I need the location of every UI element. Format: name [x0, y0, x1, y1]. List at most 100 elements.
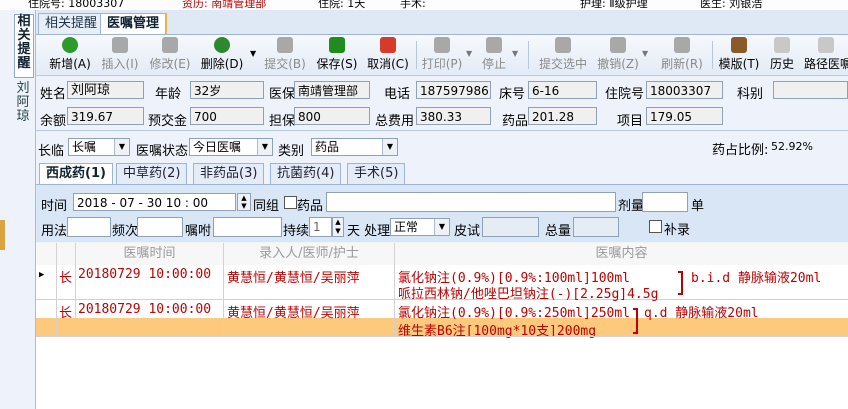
- instruction-input[interactable]: [213, 217, 282, 237]
- submit-selected-icon: [555, 37, 571, 53]
- toolbar-separator: [416, 41, 417, 69]
- patient-bed-field[interactable]: 6-16: [528, 81, 597, 99]
- category-select[interactable]: 药品 ▼: [311, 138, 398, 156]
- time-spinner[interactable]: ▲ ▼: [237, 193, 251, 211]
- pathway-order-button[interactable]: 路径医嘱: [804, 37, 848, 73]
- table-row[interactable]: ▶ 长 20180729 10:00:00 黄慧恒/黄慧恒/吴丽萍 氯化钠注(0…: [36, 265, 848, 302]
- print-icon: [434, 37, 450, 53]
- title-nursing: 护理: Ⅱ级护理: [580, 0, 648, 10]
- top-tab-bar: 相关提醒 医嘱管理: [36, 10, 848, 35]
- total-quantity-field[interactable]: [573, 217, 619, 237]
- toolbar-separator: [712, 41, 713, 69]
- patient-balance-field[interactable]: 319.67: [67, 107, 144, 125]
- delete-icon: [214, 37, 230, 53]
- tab-chinese-herbal[interactable]: 中草药(2): [116, 163, 188, 184]
- revoke-icon: [610, 37, 626, 53]
- title-doctor: 医生: 刘银浩: [700, 0, 763, 10]
- insert-icon: [112, 37, 128, 53]
- patient-admission-field[interactable]: 18003307: [646, 81, 723, 99]
- patient-guarantee-field[interactable]: 800: [294, 107, 370, 125]
- stop-dropdown-icon[interactable]: ▼: [512, 49, 518, 58]
- print-dropdown-icon[interactable]: ▼: [466, 49, 472, 58]
- grid-line: [394, 265, 395, 336]
- stop-icon: [486, 37, 502, 53]
- supplement-checkbox[interactable]: [649, 220, 662, 233]
- save-button[interactable]: 保存(S): [314, 37, 360, 73]
- delete-button[interactable]: 删除(D): [198, 37, 246, 73]
- cancel-button[interactable]: 取消(C): [366, 37, 410, 73]
- process-select[interactable]: 正常 ▼: [390, 218, 450, 236]
- dose-input[interactable]: [642, 192, 688, 212]
- patient-drug-fee-field[interactable]: 201.28: [528, 107, 597, 125]
- tab-western-medicine[interactable]: 西成药(1): [39, 163, 113, 184]
- duration-spinner[interactable]: ▲ ▼: [332, 217, 344, 237]
- edit-button[interactable]: 修改(E): [147, 37, 193, 73]
- left-tab-reminder[interactable]: 相关提醒: [14, 14, 34, 78]
- revoke-button[interactable]: 撤销(Z): [596, 37, 640, 73]
- history-button[interactable]: 历史: [766, 37, 798, 73]
- drug-type-tabs: 西成药(1) 中草药(2) 非药品(3) 抗菌药(4) 手术(5): [36, 160, 848, 185]
- drug-ratio-value: 52.92%: [771, 140, 813, 153]
- undo-icon: [380, 37, 396, 53]
- tab-antibacterial[interactable]: 抗菌药(4): [270, 163, 342, 184]
- order-status-select[interactable]: 今日医嘱 ▼: [189, 138, 273, 156]
- tab-surgery[interactable]: 手术(5): [347, 163, 406, 184]
- save-icon: [329, 37, 345, 53]
- drug-checkbox[interactable]: [284, 196, 297, 209]
- patient-dept-field[interactable]: [773, 81, 848, 99]
- print-button[interactable]: 打印(P): [420, 37, 464, 73]
- order-time-field[interactable]: 2018 - 07 - 30 10 : 00: [73, 193, 236, 211]
- submit-icon: [277, 37, 293, 53]
- insert-button[interactable]: 插入(I): [98, 37, 142, 73]
- long-temp-select[interactable]: 长嘱 ▼: [68, 138, 130, 156]
- patient-total-fee-field[interactable]: 380.33: [416, 107, 491, 125]
- title-dept: 资历: 南靖管理部: [182, 0, 267, 10]
- toolbar: 新增(A) 插入(I) 修改(E) 删除(D) ▼ 提交(B) 保存(S) 取消…: [36, 35, 848, 76]
- patient-insurance-field[interactable]: 南靖管理部: [294, 81, 370, 99]
- drug-search-input[interactable]: [326, 192, 616, 212]
- frequency-input[interactable]: [137, 217, 183, 237]
- table-row[interactable]: 长 20180729 10:00:00 黄慧恒/黄慧恒/吴丽萍 氯化钠注(0.9…: [36, 300, 848, 339]
- usage-input[interactable]: [67, 217, 111, 237]
- row-pointer-icon: ▶: [39, 270, 45, 280]
- grid-header-staff[interactable]: 录入人/医师/护士: [224, 243, 395, 266]
- title-admission: 住院号: 18003307: [28, 0, 125, 10]
- add-button[interactable]: 新增(A): [46, 37, 94, 73]
- edit-icon: [162, 37, 178, 53]
- group-bracket: [633, 308, 638, 334]
- patient-name-field[interactable]: 刘阿琼: [67, 81, 144, 99]
- history-icon: [774, 37, 790, 53]
- group-bracket: [678, 271, 683, 295]
- tab-reminder[interactable]: 相关提醒: [38, 13, 105, 34]
- order-entry-panel: 时间 2018 - 07 - 30 10 : 00 ▲ ▼ 同组 药品 剂量 单 …: [36, 185, 848, 242]
- grid-line: [36, 336, 848, 337]
- left-edge-marker: [0, 220, 5, 250]
- delete-dropdown-icon[interactable]: ▼: [250, 49, 256, 58]
- stop-button[interactable]: 停止: [478, 37, 510, 73]
- grid-header-time[interactable]: 医嘱时间: [76, 243, 224, 266]
- grid-header-content[interactable]: 医嘱内容: [395, 243, 848, 266]
- grid-header-type: [57, 243, 76, 266]
- order-grid: 医嘱时间 录入人/医师/护士 医嘱内容 ▶ 长 20180729 10:00:0…: [36, 243, 848, 409]
- template-button[interactable]: 模版(T): [716, 37, 762, 73]
- refresh-button[interactable]: 刷新(R): [658, 37, 706, 73]
- left-tab-patient[interactable]: 刘阿琼: [14, 82, 32, 124]
- chevron-down-icon: ▼: [434, 219, 449, 235]
- chevron-down-icon: ▼: [382, 139, 397, 155]
- skin-test-field[interactable]: [482, 217, 539, 237]
- tab-order-management[interactable]: 医嘱管理: [100, 13, 168, 34]
- revoke-dropdown-icon[interactable]: ▼: [642, 49, 648, 58]
- pathway-icon: [818, 37, 834, 53]
- patient-phone-field[interactable]: 18759798612: [416, 81, 491, 99]
- patient-item-fee-field[interactable]: 179.05: [646, 107, 723, 125]
- patient-deposit-field[interactable]: 700: [190, 107, 264, 125]
- tab-non-drug[interactable]: 非药品(3): [193, 163, 265, 184]
- template-icon: [731, 37, 747, 53]
- patient-age-field[interactable]: 32岁: [190, 81, 264, 99]
- submit-selected-button[interactable]: 提交选中: [536, 37, 590, 73]
- duration-input[interactable]: 1: [309, 217, 332, 237]
- divider: [36, 130, 848, 131]
- refresh-icon: [674, 37, 690, 53]
- submit-button[interactable]: 提交(B): [262, 37, 308, 73]
- toolbar-separator: [528, 41, 529, 69]
